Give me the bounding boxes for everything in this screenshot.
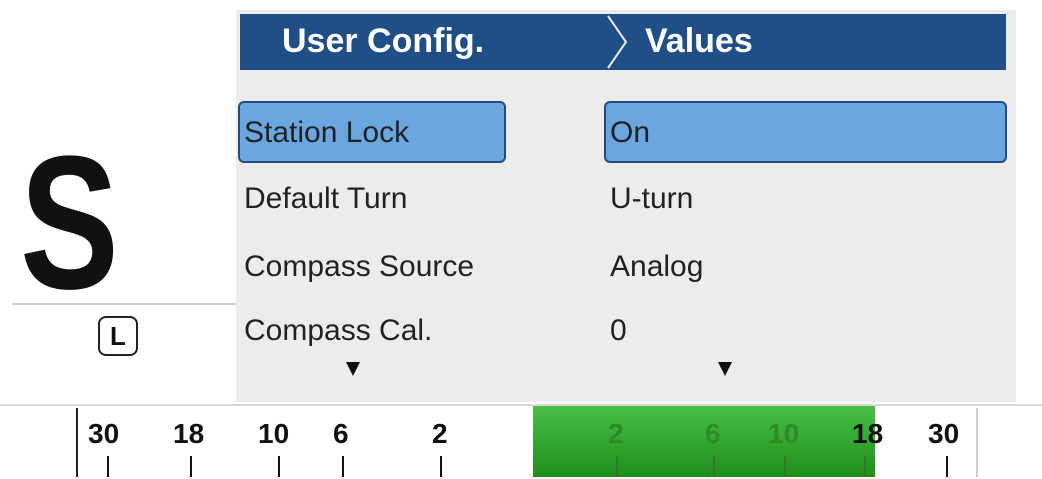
scale-label: 2 xyxy=(432,418,448,449)
scale-tick xyxy=(342,456,344,477)
value-station-lock[interactable]: On xyxy=(610,118,650,148)
chevron-right-icon xyxy=(607,15,628,69)
rudder-indicator-bar xyxy=(533,406,875,477)
side-badge: L xyxy=(98,316,138,356)
values-title: Values xyxy=(645,22,753,60)
scale-label: 30 xyxy=(928,418,960,449)
menu-item-compass-source[interactable]: Compass Source xyxy=(244,252,474,282)
scale-tick xyxy=(864,456,866,477)
scale-tick xyxy=(713,456,715,477)
scroll-down-icon[interactable] xyxy=(346,362,360,376)
value-compass-source[interactable]: Analog xyxy=(610,252,703,282)
scale-right-border xyxy=(976,408,978,477)
scale-left-border xyxy=(76,408,78,477)
scale-tick xyxy=(946,456,948,477)
menu-header: User Config. Values xyxy=(240,14,1006,70)
scale-tick xyxy=(784,456,786,477)
scale-tick xyxy=(107,456,109,477)
scale-label: 18 xyxy=(173,418,205,449)
mode-divider xyxy=(12,303,236,305)
value-compass-cal[interactable]: 0 xyxy=(610,316,627,346)
menu-item-default-turn[interactable]: Default Turn xyxy=(244,184,407,214)
menu-item-station-lock[interactable]: Station Lock xyxy=(244,118,409,148)
scroll-down-icon[interactable] xyxy=(718,362,732,376)
scale-label: 10 xyxy=(258,418,290,449)
scale-tick xyxy=(278,456,280,477)
scale-label: 18 xyxy=(852,418,884,449)
scale-label: 10 xyxy=(768,418,800,449)
autopilot-screen: S L User Config. Values Station Lock On … xyxy=(0,0,1042,479)
rudder-scale xyxy=(0,404,1042,479)
scale-tick xyxy=(440,456,442,477)
selected-value-highlight[interactable] xyxy=(604,101,1007,163)
steering-mode-letter: S xyxy=(20,117,119,329)
scale-tick xyxy=(190,456,192,477)
scale-label: 2 xyxy=(608,418,624,449)
scale-label: 30 xyxy=(88,418,120,449)
menu-item-compass-cal[interactable]: Compass Cal. xyxy=(244,316,432,346)
menu-title: User Config. xyxy=(282,22,485,60)
scale-label: 6 xyxy=(705,418,721,449)
scale-label: 6 xyxy=(333,418,349,449)
scale-tick xyxy=(616,456,618,477)
value-default-turn[interactable]: U-turn xyxy=(610,184,693,214)
